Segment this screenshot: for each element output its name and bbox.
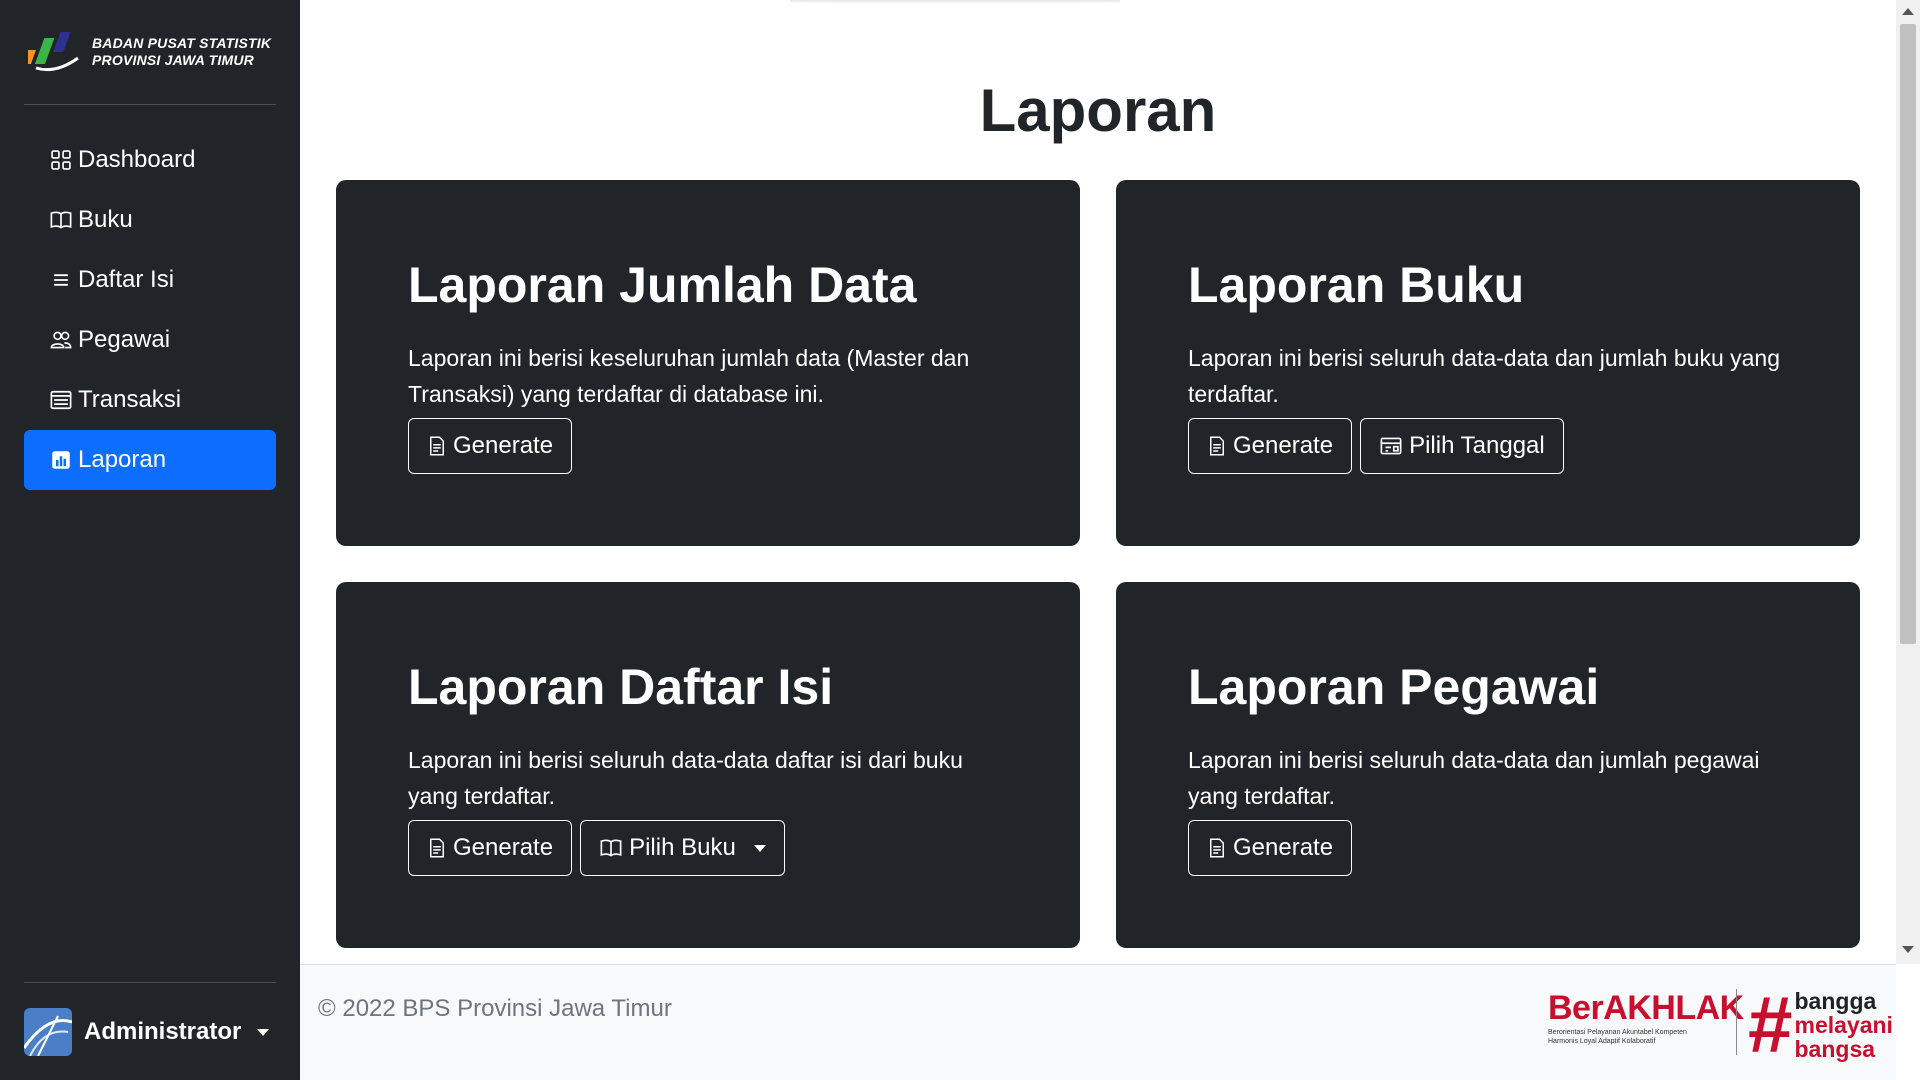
- bar-chart-icon: [48, 447, 74, 473]
- user-name: Administrator: [84, 1018, 242, 1045]
- divider: [24, 982, 276, 983]
- card-title: Laporan Jumlah Data: [408, 257, 917, 313]
- pilih-tanggal-button[interactable]: Pilih Tanggal: [1360, 418, 1564, 474]
- copyright: © 2022 BPS Provinsi Jawa Timur: [318, 995, 672, 1022]
- bps-logo: [28, 32, 79, 72]
- scrollbar[interactable]: [1896, 0, 1920, 964]
- file-text-icon: [1210, 436, 1224, 456]
- sidebar-item-label: Transaksi: [78, 386, 182, 413]
- main-content: Laporan Laporan Jumlah Data Laporan ini …: [300, 0, 1896, 964]
- caret-down-icon: [257, 1028, 270, 1036]
- divider: [24, 104, 276, 105]
- sidebar: BADAN PUSAT STATISTIK PROVINSI JAWA TIMU…: [0, 0, 300, 1080]
- sidebar-item-pegawai[interactable]: Pegawai: [24, 310, 276, 370]
- brand[interactable]: BADAN PUSAT STATISTIK PROVINSI JAWA TIMU…: [28, 28, 271, 76]
- sidebar-item-transaksi[interactable]: Transaksi: [24, 370, 276, 430]
- brand-line-1: BADAN PUSAT STATISTIK: [92, 35, 272, 51]
- scrollbar-thumb[interactable]: [1900, 24, 1916, 644]
- sidebar-item-buku[interactable]: Buku: [24, 190, 276, 250]
- card-laporan-daftar-isi: Laporan Daftar Isi Laporan ini berisi se…: [336, 582, 1080, 948]
- card-laporan-jumlah-data: Laporan Jumlah Data Laporan ini berisi k…: [336, 180, 1080, 546]
- card-title: Laporan Daftar Isi: [408, 659, 834, 715]
- sidebar-item-label: Pegawai: [78, 326, 171, 353]
- sidebar-item-label: Buku: [78, 206, 133, 233]
- grid-icon: [48, 147, 74, 173]
- footer: © 2022 BPS Provinsi Jawa Timur BerAKHLAK…: [300, 964, 1896, 1080]
- sidebar-item-label: Dashboard: [78, 146, 196, 173]
- generate-button[interactable]: Generate: [408, 418, 573, 474]
- generate-button[interactable]: Generate: [408, 820, 573, 876]
- card-laporan-buku: Laporan Buku Laporan ini berisi seluruh …: [1116, 180, 1860, 546]
- page-title: Laporan: [979, 77, 1217, 144]
- card-description: Laporan ini berisi seluruh data-data dan…: [1188, 747, 1760, 809]
- book-icon: [600, 839, 622, 857]
- generate-button[interactable]: Generate: [1188, 820, 1353, 876]
- card-list-icon: [48, 387, 74, 413]
- people-icon: [48, 327, 74, 353]
- sidebar-nav: Dashboard Buku Daftar Isi Pegawai Transa…: [24, 130, 276, 490]
- book-icon: [48, 207, 74, 233]
- pilih-buku-dropdown[interactable]: Pilih Buku: [580, 820, 785, 876]
- scroll-down-icon[interactable]: [1902, 946, 1914, 953]
- sidebar-item-label: Daftar Isi: [78, 266, 175, 293]
- card-title: Laporan Pegawai: [1188, 659, 1600, 715]
- card-title: Laporan Buku: [1188, 257, 1525, 313]
- sidebar-item-laporan[interactable]: Laporan: [24, 430, 276, 490]
- card-description: Laporan ini berisi seluruh data-data daf…: [408, 747, 963, 809]
- user-menu[interactable]: Administrator: [24, 1008, 270, 1056]
- brand-line-2: PROVINSI JAWA TIMUR: [92, 52, 254, 68]
- sidebar-item-label: Laporan: [78, 446, 167, 473]
- scroll-up-icon[interactable]: [1902, 8, 1914, 15]
- avatar: [24, 1008, 72, 1056]
- hashtag-icon: #: [1748, 980, 1793, 1069]
- top-shadow: [790, 0, 1120, 4]
- card-description: Laporan ini berisi seluruh data-data dan…: [1188, 345, 1781, 407]
- card-description: Laporan ini berisi keseluruhan jumlah da…: [408, 345, 970, 407]
- sidebar-item-daftar-isi[interactable]: Daftar Isi: [24, 250, 276, 310]
- generate-button[interactable]: Generate: [1188, 418, 1353, 474]
- berakhlak-logo: BerAKHLAK Berorientasi Pelayanan Akuntab…: [1548, 989, 1744, 1045]
- sidebar-item-dashboard[interactable]: Dashboard: [24, 130, 276, 190]
- caret-down-icon: [753, 844, 766, 852]
- divider: [1736, 989, 1737, 1055]
- file-text-icon: [430, 838, 444, 858]
- list-icon: [48, 267, 74, 293]
- calendar-icon: [1380, 437, 1402, 455]
- file-text-icon: [1210, 838, 1224, 858]
- file-text-icon: [430, 436, 444, 456]
- card-laporan-pegawai: Laporan Pegawai Laporan ini berisi selur…: [1116, 582, 1860, 948]
- bangga-melayani-bangsa-logo: # bangga melayani bangsa: [1748, 980, 1893, 1069]
